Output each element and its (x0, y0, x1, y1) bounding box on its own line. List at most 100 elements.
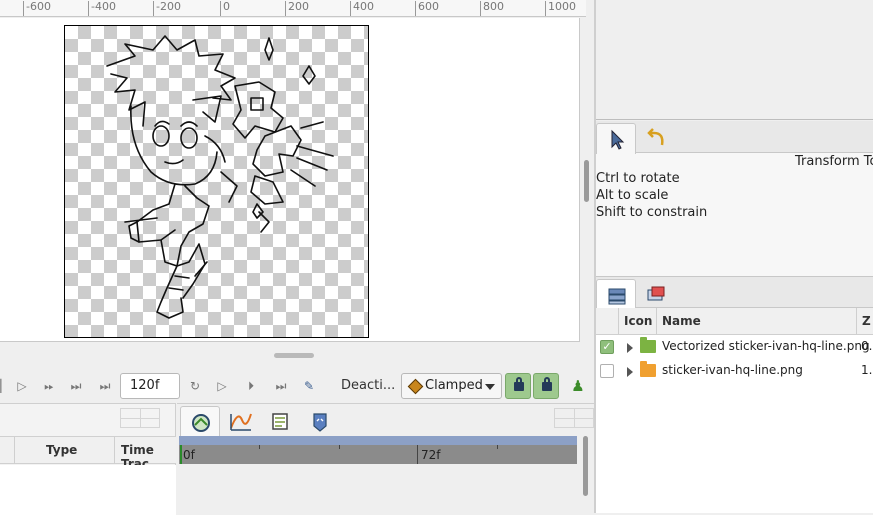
ruler-tick (220, 1, 221, 16)
layer-visibility-checkbox[interactable]: ✓ (600, 340, 614, 354)
layer-z-depth: 0. (861, 339, 873, 353)
record-icon[interactable]: ▏ (0, 377, 14, 395)
ruler-label: 600 (418, 0, 439, 13)
horizontal-ruler: -600 -400 -200 0 200 400 600 800 1000 (0, 0, 586, 17)
time-label-72: 72f (421, 448, 441, 462)
bounds-mid-icon[interactable]: ⏵︎ (242, 377, 260, 395)
layer-name[interactable]: sticker-ivan-hq-line.png (662, 363, 803, 377)
playback-toolbar: ▏ ▷ ⏩︎ ⏭︎ ⏭︎ 120f ↻ ▷ ⏵︎ ⏭︎ ✎ Deacti... … (0, 370, 594, 402)
image-folder-icon (640, 361, 656, 377)
expand-arrow-icon[interactable] (627, 367, 633, 377)
hint-constrain: Shift to constrain (596, 205, 708, 220)
ruler-tick (153, 1, 154, 16)
layer-row[interactable]: ✓ Vectorized sticker-ivan-hq-line.png 0. (596, 336, 873, 360)
ruler-label: 200 (288, 0, 309, 13)
panel-grip-icon[interactable] (554, 408, 594, 428)
column-z[interactable]: Z (862, 314, 871, 328)
column-icon[interactable]: Icon (624, 314, 652, 328)
navigator-panel (596, 0, 873, 120)
time-ruler[interactable]: 0f 72f (179, 445, 577, 464)
onion-skin-person-icon[interactable]: ♟ (569, 377, 587, 395)
tool-name: Transform Too (795, 154, 873, 169)
column-separator (856, 308, 857, 335)
ruler-tick (415, 1, 416, 16)
column-type[interactable]: Type (46, 443, 77, 457)
timeline-vertical-scrollbar[interactable] (583, 436, 588, 496)
column-separator (618, 308, 619, 335)
ruler-label: -400 (91, 0, 116, 13)
folder-icon (640, 337, 656, 353)
ruler-tick (545, 1, 546, 16)
layer-z-depth: 1. (861, 363, 873, 377)
interpolation-value: Clamped (425, 378, 483, 393)
tab-keyframes[interactable] (260, 406, 300, 436)
tool-options-panel: Transform Too Ctrl to rotate Alt to scal… (596, 121, 873, 276)
ruler-tick (285, 1, 286, 16)
panel-splitter-handle[interactable] (274, 353, 314, 358)
frame-input[interactable]: 120f (120, 373, 180, 399)
library-shield-icon (313, 413, 327, 432)
next-keyframe-icon[interactable]: ⏩︎ (40, 377, 58, 395)
lock-past-keyframes-button[interactable] (505, 373, 531, 399)
column-separator (656, 308, 657, 335)
timetrack-panel: 0f 72f (177, 403, 595, 513)
seek-to-end-icon[interactable]: ⏭︎ (67, 377, 85, 395)
tab-sets[interactable] (636, 279, 676, 309)
lock-icon (542, 377, 552, 391)
column-name[interactable]: Name (662, 314, 701, 328)
hint-scale: Alt to scale (596, 188, 669, 203)
animation-mode-label[interactable]: Deacti... (341, 378, 395, 393)
ruler-tick (88, 1, 89, 16)
tool-options-tabs (596, 121, 873, 154)
play-icon[interactable]: ▷ (13, 377, 31, 395)
expand-arrow-icon[interactable] (627, 343, 633, 353)
keyframe-list-icon (272, 413, 288, 430)
jump-to-end-icon[interactable]: ⏭︎ (96, 377, 114, 395)
ruler-label: -200 (156, 0, 181, 13)
tab-tool-options[interactable] (596, 123, 636, 154)
lock-future-keyframes-button[interactable] (533, 373, 559, 399)
tab-history[interactable] (636, 123, 676, 153)
layers-stack-icon (608, 288, 626, 305)
animation-mode-icon[interactable]: ✎ (300, 377, 318, 395)
canvas-vertical-scrollbar[interactable] (584, 160, 589, 202)
curves-tab-icon (192, 414, 210, 432)
layers-panel: Icon Name Z ✓ Vectorized sticker-ivan-hq… (596, 276, 873, 513)
lock-icon (514, 377, 524, 391)
loop-icon[interactable]: ↻ (186, 377, 204, 395)
time-tick (417, 445, 418, 464)
time-cursor[interactable] (180, 445, 182, 464)
ruler-tick (480, 1, 481, 16)
column-separator (14, 437, 15, 464)
layer-row[interactable]: sticker-ivan-hq-line.png 1. (596, 360, 873, 384)
tab-curves[interactable] (180, 406, 220, 436)
time-slider-bar[interactable] (179, 436, 577, 445)
hint-rotate: Ctrl to rotate (596, 171, 680, 186)
ruler-label: 800 (483, 0, 504, 13)
params-table-header: Type Time Trac (0, 436, 176, 471)
graph-curve-icon (230, 413, 252, 431)
ruler-label: 0 (223, 0, 230, 13)
bounds-start-icon[interactable]: ▷ (213, 377, 231, 395)
time-tick (259, 445, 260, 449)
time-tick (497, 445, 498, 449)
panel-grip-icon[interactable] (120, 408, 160, 428)
tab-layers[interactable] (596, 279, 636, 310)
ruler-label: -600 (26, 0, 51, 13)
ruler-tick (350, 1, 351, 16)
clamped-diamond-icon (407, 378, 424, 395)
layer-name[interactable]: Vectorized sticker-ivan-hq-line.png (662, 339, 870, 353)
layer-visibility-checkbox[interactable] (600, 364, 614, 378)
canvas-viewport[interactable] (0, 18, 580, 342)
chevron-down-icon (485, 384, 495, 390)
tab-graphs[interactable] (220, 406, 260, 436)
cursor-arrow-icon (611, 129, 625, 150)
interpolation-select[interactable]: Clamped (401, 373, 502, 399)
tab-library[interactable] (300, 406, 340, 436)
document-canvas[interactable] (64, 25, 369, 338)
bounds-end-icon[interactable]: ⏭︎ (272, 377, 290, 395)
ruler-label: 1000 (548, 0, 576, 13)
layer-sets-icon (647, 286, 665, 301)
time-slider[interactable]: 0f 72f (179, 436, 577, 464)
params-list (0, 465, 176, 515)
